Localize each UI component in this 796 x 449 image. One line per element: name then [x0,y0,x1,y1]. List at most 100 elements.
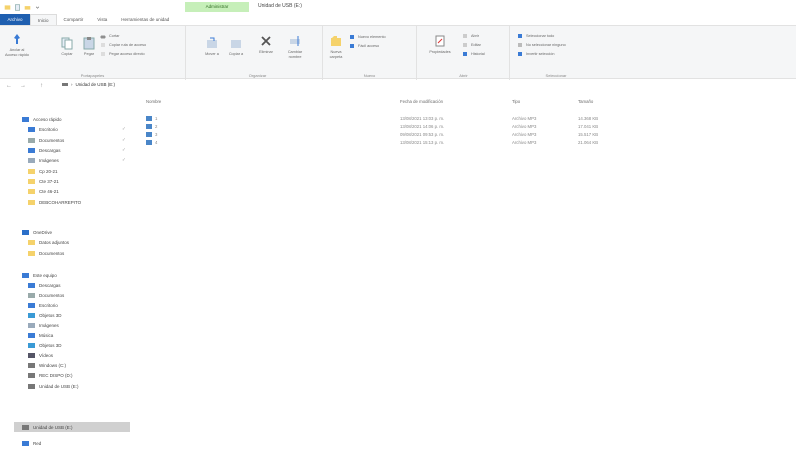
column-header-name[interactable]: Nombre [146,99,161,104]
star-icon [22,117,29,122]
tab-herramientas-unidad[interactable]: Herramientas de unidad [114,14,176,25]
nueva-carpeta-button[interactable]: Nueva carpeta [325,34,347,59]
acceso-facil-button[interactable]: Fácil acceso [349,42,379,49]
column-header-modified[interactable]: Fecha de modificación [400,99,443,104]
sidebar-item[interactable]: REC DISPO (D:) [28,370,73,380]
copiar-button[interactable]: Copiar [58,36,76,57]
scissors-icon [100,35,106,38]
folder-icon [28,240,35,245]
file-row[interactable]: 4 13/08/2021 15:13 p. m. Archivo MP3 21.064… [138,140,658,147]
properties-icon[interactable] [14,3,21,11]
tab-compartir[interactable]: Compartir [57,14,91,25]
file-name: 4 [155,140,158,145]
sidebar-item[interactable]: Escritorio ✓ [28,124,126,134]
sidebar-item-label: Unidad de USB (E:) [39,383,79,389]
anclar-button[interactable]: Anclar al Acceso rápido [4,32,30,57]
group-abrir: Propiedades Abrir Editar Historial Abrir [418,26,510,80]
rename-icon [290,36,300,46]
new-item-icon [350,34,354,39]
chevron-down-icon[interactable] [34,4,41,11]
move-to-icon [207,37,217,48]
sidebar-item[interactable]: Datos adjuntos [28,237,69,247]
file-list: Nombre Fecha de modificación Tipo Tamaño… [138,96,796,449]
eliminar-button[interactable]: Eliminar [255,34,277,55]
folder-icon [28,179,35,184]
music-icon [28,333,35,338]
sidebar-item[interactable]: Imágenes [28,320,59,330]
sidebar-item-label: Escritorio [39,126,58,132]
sidebar-item[interactable]: Objetos 3D [28,310,62,320]
sidebar-item-label: Imágenes [39,157,59,163]
sidebar-item[interactable]: Descargas [28,280,61,290]
file-row[interactable]: 1 13/08/2021 13:03 p. m. Archivo MP3 14.368… [138,116,658,123]
group-label-seleccionar: Seleccionar [545,73,567,78]
sidebar-item[interactable]: Descargas ✓ [28,145,126,155]
sidebar-item[interactable]: Unidad de USB (E:) [28,381,79,391]
column-header-type[interactable]: Tipo [512,99,520,104]
sidebar-item-label: Documentos [39,292,65,298]
nuevo-elemento-button[interactable]: Nuevo elemento [349,33,386,40]
sidebar-item[interactable]: Cte 37-21 [28,176,59,186]
editar-button[interactable]: Editar [462,41,481,48]
column-header-size[interactable]: Tamaño [578,99,593,104]
drive-icon [28,363,35,368]
pin-icon: ✓ [122,157,126,162]
sidebar-item[interactable]: Windows (C:) [28,360,66,370]
history-icon [463,51,467,56]
pegar-button[interactable]: Pegar [80,36,98,57]
sidebar-item[interactable]: Objetos 3D [28,340,62,350]
sidebar-item[interactable]: Cp 20-21 [28,166,58,176]
sidebar-item-label: Documentos [39,250,65,256]
folder-icon [28,251,35,256]
sidebar-item[interactable]: Este equipo [22,270,57,280]
sidebar-item[interactable]: Acceso rápido [22,114,62,124]
sidebar-item[interactable]: Red [22,438,41,448]
tab-inicio[interactable]: Inicio [30,14,57,25]
cambiar-nombre-button[interactable]: Cambiar nombre [281,34,309,59]
back-icon[interactable]: ← [6,83,12,89]
sidebar-item[interactable]: Documentos [28,248,64,258]
sidebar-item[interactable]: Imágenes ✓ [28,155,126,165]
group-portapapeles: Anclar al Acceso rápido Copiar Pegar Cor… [0,26,186,80]
mover-a-button[interactable]: Mover a [201,36,223,57]
tab-archivo[interactable]: Archivo [0,14,30,25]
group-label-organizar: Organizar [248,73,267,78]
sidebar-item[interactable]: Escritorio [28,300,58,310]
copiar-ruta-button[interactable]: Copiar ruta de acceso [100,41,146,48]
sidebar-item[interactable]: Documentos ✓ [28,135,126,145]
sidebar-item-label: Música [39,332,54,338]
cloud-icon [22,230,29,235]
sidebar-item-label: Imágenes [39,322,59,328]
abrir-button[interactable]: Abrir [462,32,479,39]
properties-icon [435,35,445,47]
no-seleccionar-button[interactable]: No seleccionar ninguno [517,41,566,48]
documents-icon [28,293,35,298]
group-label-nuevo: Nuevo [363,73,376,78]
invertir-seleccion-button[interactable]: Invertir selección [517,50,555,57]
up-icon[interactable]: ↑ [40,83,43,89]
seleccionar-todo-button[interactable]: Seleccionar todo [517,32,554,39]
manage-drive-tab[interactable]: Administrar [185,2,249,12]
propiedades-button[interactable]: Propiedades [424,34,456,55]
historial-button[interactable]: Historial [462,50,485,57]
sidebar-item-label: Acceso rápido [33,116,62,122]
sidebar-item[interactable]: Cte 46-21 [28,186,59,196]
sidebar-item[interactable]: Unidad de USB (E:) [14,422,130,432]
cortar-button[interactable]: Cortar [100,32,120,39]
desktop-icon [28,127,35,132]
forward-icon[interactable]: → [20,83,26,89]
sidebar-item[interactable]: Música [28,330,53,340]
breadcrumb[interactable]: › Unidad de USB (E:) [62,82,115,87]
copiar-a-button[interactable]: Copiar a [225,36,247,57]
sidebar-item[interactable]: Documentos [28,290,64,300]
pegar-acceso-button[interactable]: Pegar acceso directo [100,50,145,57]
file-row[interactable]: 3 09/08/2021 09:53 p. m. Archivo MP3 15.517… [138,132,658,139]
sidebar-item[interactable]: OneDrive [22,227,52,237]
file-row[interactable]: 2 13/08/2021 14:06 p. m. Archivo MP3 17.041… [138,124,658,131]
sidebar-item[interactable]: Vídeos [28,350,53,360]
tab-vista[interactable]: Vista [90,14,114,25]
sidebar-item[interactable]: DEBCOHARREPITO [28,197,81,207]
new-folder-icon[interactable] [24,4,31,11]
breadcrumb-item[interactable]: Unidad de USB (E:) [76,82,116,87]
drive-icon [62,83,68,86]
